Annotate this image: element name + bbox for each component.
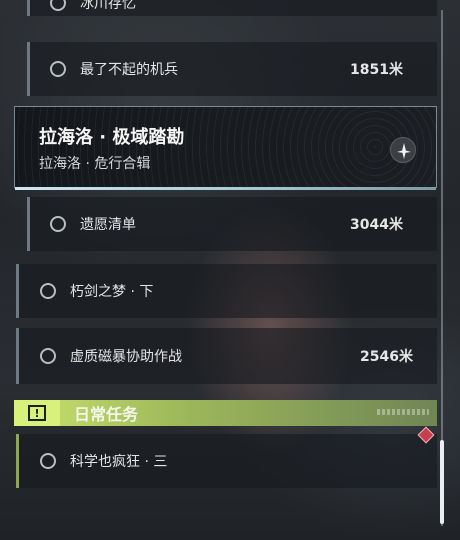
quest-item-partial[interactable]: 冰川存忆 — [27, 0, 437, 16]
daily-item-science[interactable]: 科学也疯狂 · 三 — [16, 434, 437, 488]
daily-tasks-title: 日常任务 — [74, 405, 139, 424]
quest-label: 冰川存忆 — [80, 0, 136, 12]
quest-label: 遗愿清单 — [80, 217, 136, 233]
quest-status-ring-icon — [50, 216, 66, 232]
quest-group-subtitle: 拉海洛 · 危行合辑 — [39, 156, 151, 172]
quest-distance: 2546米 — [360, 349, 413, 365]
compass-icon — [390, 137, 416, 163]
quest-label: 最了不起的机兵 — [80, 62, 178, 78]
quest-group-underline — [15, 187, 436, 190]
quest-item-magnetic-storm[interactable]: 虚质磁暴协助作战 2546米 — [16, 328, 437, 384]
exclamation-icon: ! — [14, 400, 60, 426]
quest-label: 朽剑之梦 · 下 — [70, 284, 154, 300]
scrollbar-thumb[interactable] — [440, 440, 444, 524]
quest-item-wishlist[interactable]: 遗愿清单 3044米 — [27, 197, 437, 251]
quest-status-ring-icon — [40, 348, 56, 364]
daily-decoration — [377, 409, 429, 415]
quest-distance: 1851米 — [350, 62, 403, 78]
quest-status-ring-icon — [50, 61, 66, 77]
quest-status-ring-icon — [40, 283, 56, 299]
quest-item-rotten-sword[interactable]: 朽剑之梦 · 下 — [16, 264, 437, 318]
quest-label: 科学也疯狂 · 三 — [70, 454, 168, 470]
quest-group-header[interactable]: 拉海洛 · 极域踏勘 拉海洛 · 危行合辑 — [14, 106, 437, 190]
quest-distance: 3044米 — [350, 217, 403, 233]
quest-item-mechanic[interactable]: 最了不起的机兵 1851米 — [27, 42, 437, 96]
daily-tasks-header[interactable]: ! 日常任务 — [14, 400, 437, 426]
quest-status-ring-icon — [50, 0, 66, 11]
quest-group-title: 拉海洛 · 极域踏勘 — [39, 127, 185, 148]
quest-status-ring-icon — [40, 453, 56, 469]
quest-label: 虚质磁暴协助作战 — [70, 349, 182, 365]
